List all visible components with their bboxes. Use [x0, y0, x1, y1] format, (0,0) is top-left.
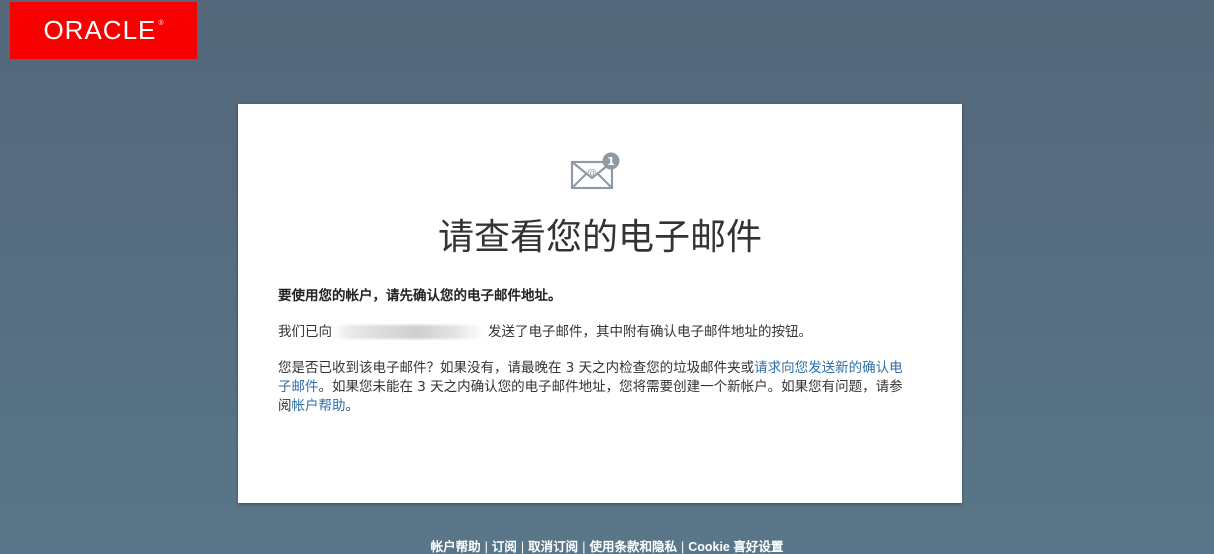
account-help-link[interactable]: 帐户帮助	[292, 398, 346, 414]
page-title: 请查看您的电子邮件	[437, 217, 762, 258]
sent-message: 我们已向 发送了电子邮件，其中附有确认电子邮件地址的按钮。	[278, 323, 912, 342]
check-text-2: 。如果您未能在 3 天之内确认您的电子邮件地址，您将需要创建一个新帐户。如果您有…	[278, 379, 903, 414]
logo-text: ORACLE	[43, 15, 157, 45]
footer-terms-privacy-link[interactable]: 使用条款和隐私	[589, 540, 677, 554]
svg-text:@: @	[587, 168, 597, 179]
sent-suffix: 发送了电子邮件，其中附有确认电子邮件地址的按钮。	[488, 324, 812, 340]
oracle-logo[interactable]: ORACLE ®	[10, 2, 197, 59]
footer-separator: |	[484, 540, 488, 554]
sent-prefix: 我们已向	[278, 324, 332, 340]
check-text-1: 您是否已收到该电子邮件？如果没有，请最晚在 3 天之内检查您的垃圾邮件夹或	[278, 360, 755, 376]
footer-links: 帐户帮助 | 订阅 | 取消订阅 | 使用条款和隐私 | Cookie 喜好设置	[0, 536, 1214, 554]
logo-registered-mark: ®	[158, 20, 164, 27]
check-text-end: 。	[345, 398, 360, 414]
envelope-at-notification-icon: @ 1	[570, 152, 620, 190]
lead-instruction: 要使用您的帐户，请先确认您的电子邮件地址。	[278, 288, 562, 304]
footer-separator: |	[680, 540, 685, 554]
check-message: 您是否已收到该电子邮件？如果没有，请最晚在 3 天之内检查您的垃圾邮件夹或请求向…	[278, 359, 912, 416]
notification-badge-count: 1	[607, 155, 615, 168]
footer-cookie-preferences-link[interactable]: Cookie 喜好设置	[688, 540, 783, 554]
footer-separator: |	[520, 540, 525, 554]
footer-separator: |	[582, 540, 586, 554]
footer-subscribe-link[interactable]: 订阅	[492, 540, 517, 554]
footer-unsubscribe-link[interactable]: 取消订阅	[528, 540, 578, 554]
email-confirmation-card: @ 1 请查看您的电子邮件 要使用您的帐户，请先确认您的电子邮件地址。 我们已向…	[238, 104, 962, 503]
redacted-email-address	[335, 325, 485, 339]
card-body: 要使用您的帐户，请先确认您的电子邮件地址。 我们已向 发送了电子邮件，其中附有确认…	[278, 287, 912, 433]
footer-account-help-link[interactable]: 帐户帮助	[431, 540, 481, 554]
